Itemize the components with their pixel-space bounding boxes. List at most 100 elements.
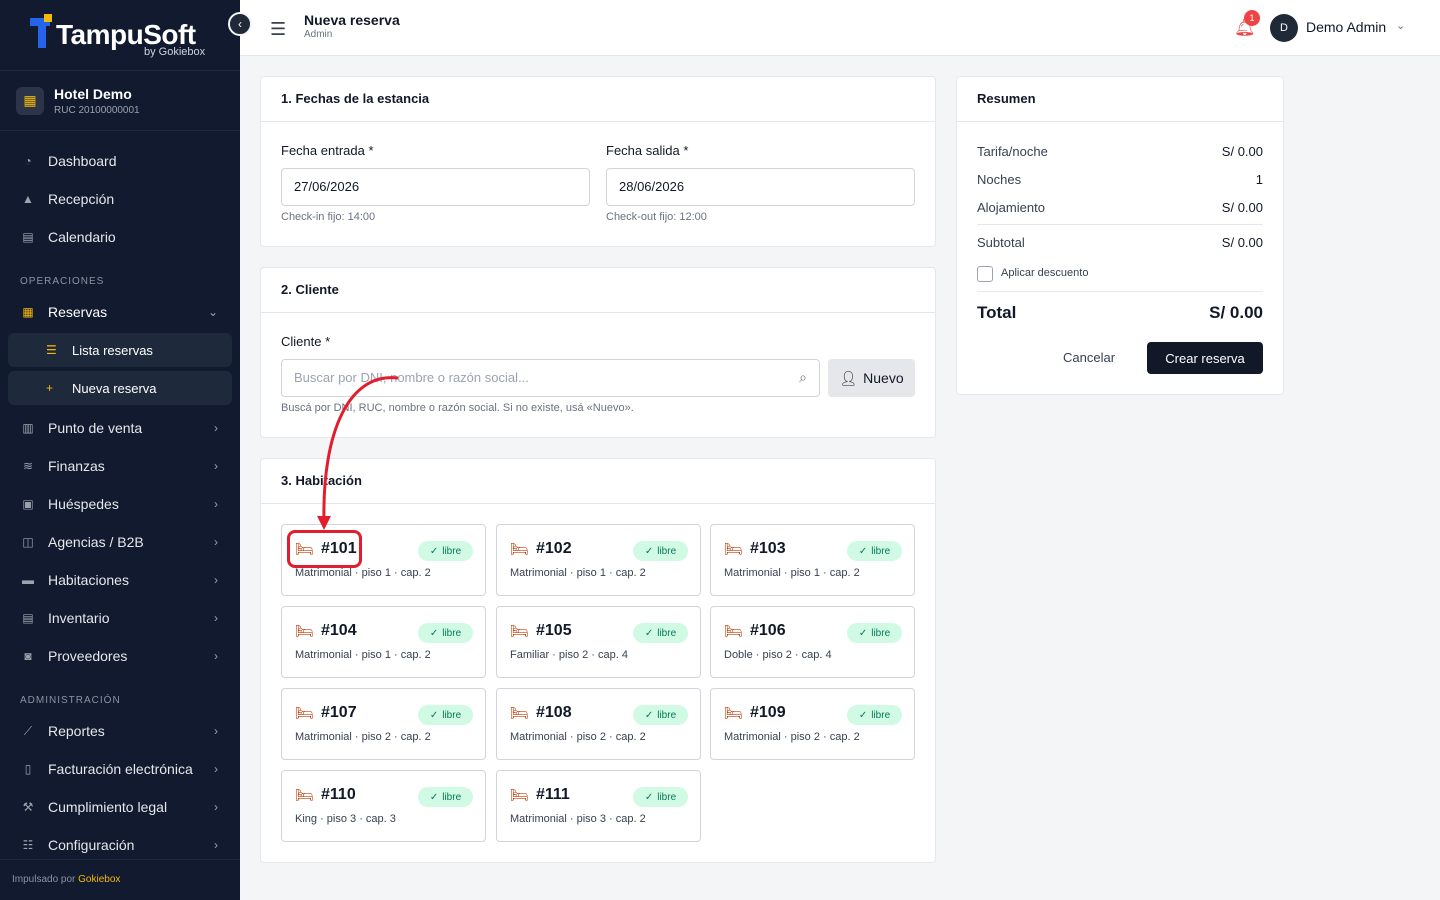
room-card[interactable]: 🛏︎ #109 ✓ libre Matrimonial · piso 2 · cap. …	[710, 688, 915, 760]
cliente-search-input[interactable]: Buscar por DNI, nombre o razón social...…	[281, 359, 820, 397]
nav-label: Configuración	[48, 837, 135, 853]
bed-icon: ▬	[22, 573, 34, 587]
chevron-right-icon: ›	[214, 459, 218, 473]
nav-proveedores[interactable]: ◙ Proveedores ›	[8, 639, 232, 673]
room-card[interactable]: 🛏︎ #102 ✓ libre Matrimonial · piso 1 · cap. …	[496, 524, 701, 596]
chevron-right-icon: ›	[214, 573, 218, 587]
nav-huespedes[interactable]: ▣ Huéspedes ›	[8, 487, 232, 521]
agency-icon: ◫	[22, 535, 34, 549]
chevron-right-icon: ›	[214, 838, 218, 852]
room-card[interactable]: 🛏︎ #111 ✓ libre Matrimonial · piso 3 · cap. …	[496, 770, 701, 842]
nav-inventario[interactable]: ▤ Inventario ›	[8, 601, 232, 635]
status-label: libre	[442, 791, 462, 803]
chevron-right-icon: ›	[214, 800, 218, 814]
chevron-right-icon: ›	[214, 611, 218, 625]
nav-label: Lista reservas	[72, 342, 153, 358]
hotel-selector[interactable]: ▦ Hotel Demo RUC 20100000001	[0, 71, 240, 131]
status-label: libre	[442, 627, 462, 639]
check-icon: ✓	[858, 709, 868, 721]
nav-label: Calendario	[48, 229, 116, 245]
top-header: ☰ Nueva reserva Admin 🔔︎ 1 D Demo Admin …	[240, 0, 1440, 56]
nav-configuracion[interactable]: ☷ Configuración ›	[8, 828, 232, 862]
status-label: libre	[657, 627, 677, 639]
nav-label: Inventario	[48, 610, 110, 626]
total-label: Total	[977, 303, 1017, 322]
nav-reservas[interactable]: ▦ Reservas ⌄	[8, 295, 232, 329]
nav-label: Finanzas	[48, 458, 105, 474]
new-client-button[interactable]: 👤︎ Nuevo	[828, 359, 915, 397]
pos-icon: ▥	[22, 421, 34, 435]
logo[interactable]: TampuSoft by Gokiebox	[0, 0, 240, 71]
room-card[interactable]: 🛏︎ #105 ✓ libre Familiar · piso 2 · cap. 4	[496, 606, 701, 678]
room-card[interactable]: 🛏︎ #103 ✓ libre Matrimonial · piso 1 · cap. …	[710, 524, 915, 596]
check-icon: ✓	[858, 545, 868, 557]
powered-brand-link[interactable]: Gokiebox	[78, 874, 120, 885]
room-number: #103	[750, 540, 786, 557]
nav-reportes[interactable]: ⟋ Reportes ›	[8, 714, 232, 748]
check-icon: ✓	[429, 545, 439, 557]
nav-cumplimiento[interactable]: ⚒ Cumplimiento legal ›	[8, 790, 232, 824]
nav-label: Dashboard	[48, 153, 117, 169]
status-label: libre	[657, 791, 677, 803]
nav-calendario[interactable]: ▤ Calendario	[8, 220, 232, 254]
notification-badge: 1	[1244, 10, 1260, 26]
divider	[977, 291, 1263, 292]
nav-dashboard[interactable]: ◔ Dashboard	[8, 144, 232, 178]
create-reservation-button[interactable]: Crear reserva	[1147, 342, 1263, 374]
logo-text: TampuSoft	[56, 19, 196, 50]
nav-punto-venta[interactable]: ▥ Punto de venta ›	[8, 411, 232, 445]
collapse-sidebar-button[interactable]: ‹	[228, 12, 252, 36]
card-resumen: Resumen Tarifa/noche S/ 0.00 Noches 1 Aloj…	[956, 76, 1284, 395]
bed-icon: 🛏︎	[510, 787, 530, 804]
nav-finanzas[interactable]: ≋ Finanzas ›	[8, 449, 232, 483]
bed-icon: 🛏︎	[510, 623, 530, 640]
room-card[interactable]: 🛏︎ #108 ✓ libre Matrimonial · piso 2 · cap. …	[496, 688, 701, 760]
discount-checkbox[interactable]	[977, 266, 993, 282]
nav-label: Agencias / B2B	[48, 534, 144, 550]
bed-icon: 🛏︎	[724, 541, 744, 558]
fecha-entrada-input[interactable]: 27/06/2026	[281, 168, 590, 206]
divider	[977, 224, 1263, 225]
nav-facturacion[interactable]: ▯ Facturación electrónica ›	[8, 752, 232, 786]
avatar[interactable]: D	[1270, 14, 1298, 42]
bed-icon: 🛏︎	[724, 705, 744, 722]
row-total: Total S/ 0.00	[977, 303, 1263, 323]
status-badge: ✓ libre	[418, 623, 473, 643]
status-badge: ✓ libre	[847, 541, 902, 561]
nav-agencias[interactable]: ◫ Agencias / B2B ›	[8, 525, 232, 559]
nav-recepcion[interactable]: ▲ Recepción	[8, 182, 232, 216]
room-number: #107	[321, 704, 357, 721]
invoice-icon: ▯	[24, 762, 32, 776]
room-card[interactable]: 🛏︎ #106 ✓ libre Doble · piso 2 · cap. 4	[710, 606, 915, 678]
room-card[interactable]: 🛏︎ #110 ✓ libre King · piso 3 · cap. 3	[281, 770, 486, 842]
card-cliente: 2. Cliente Cliente * Buscar por DNI, nom…	[260, 267, 936, 438]
status-label: libre	[871, 627, 891, 639]
chevron-down-icon[interactable]: ⌄	[1396, 19, 1405, 32]
bed-icon: 🛏︎	[295, 705, 315, 722]
page-title: Nueva reserva	[304, 12, 400, 28]
cancel-button[interactable]: Cancelar	[1063, 350, 1115, 365]
room-number: #102	[536, 540, 572, 557]
status-badge: ✓ libre	[847, 705, 902, 725]
check-icon: ✓	[644, 791, 654, 803]
fecha-salida-input[interactable]: 28/06/2026	[606, 168, 915, 206]
bed-icon: 🛏︎	[295, 787, 315, 804]
fecha-salida-label: Fecha salida *	[606, 143, 689, 158]
chevron-right-icon: ›	[214, 497, 218, 511]
chevron-right-icon: ›	[214, 421, 218, 435]
nav-habitaciones[interactable]: ▬ Habitaciones ›	[8, 563, 232, 597]
room-card[interactable]: 🛏︎ #104 ✓ libre Matrimonial · piso 1 · cap. …	[281, 606, 486, 678]
check-icon: ✓	[429, 709, 439, 721]
reservations-icon: ▦	[22, 305, 34, 319]
menu-icon[interactable]: ☰	[270, 19, 286, 40]
nav-nueva-reserva[interactable]: + Nueva reserva	[8, 371, 232, 405]
search-icon: ⌕	[799, 369, 807, 385]
room-card[interactable]: 🛏︎ #107 ✓ libre Matrimonial · piso 2 · cap. …	[281, 688, 486, 760]
tarifa-value: S/ 0.00	[1221, 144, 1263, 159]
chevron-right-icon: ›	[214, 762, 218, 776]
card-title: 3. Habitación	[261, 459, 935, 504]
nav-lista-reservas[interactable]: ☰ Lista reservas	[8, 333, 232, 367]
user-menu[interactable]: Demo Admin	[1306, 19, 1386, 35]
room-description: Matrimonial · piso 1 · cap. 2	[724, 567, 860, 579]
discount-label: Aplicar descuento	[1001, 267, 1089, 279]
